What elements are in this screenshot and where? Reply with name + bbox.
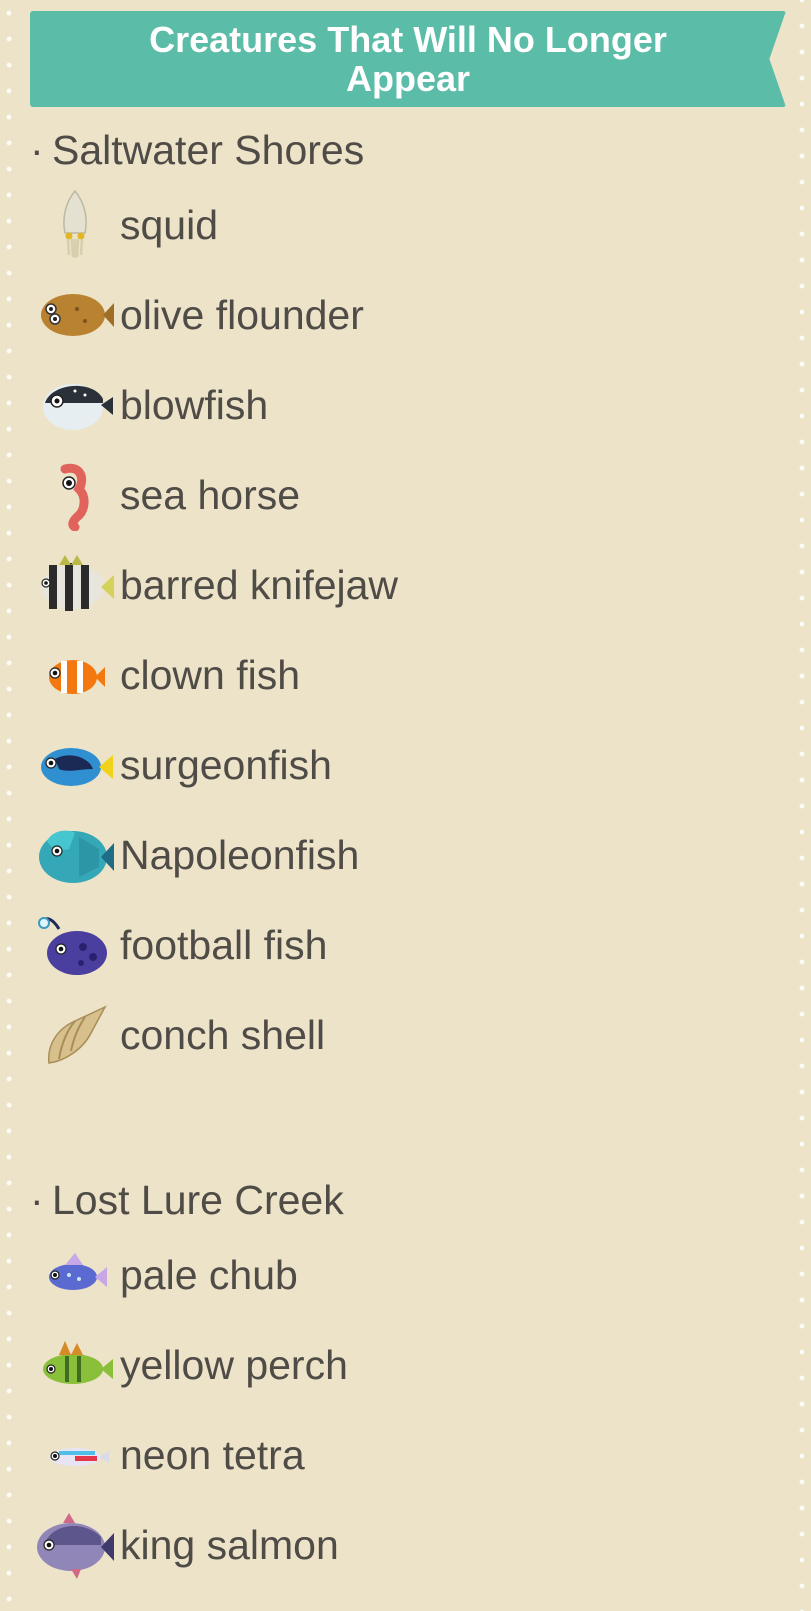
list-item: conch shell — [30, 990, 770, 1080]
yellow-perch-icon — [30, 1325, 120, 1405]
item-label: pale chub — [120, 1251, 298, 1298]
item-label: olive flounder — [120, 291, 364, 338]
item-label: Napoleonfish — [120, 831, 360, 878]
item-label: squid — [120, 201, 219, 248]
dotted-border-left — [0, 0, 18, 1611]
item-label: football fish — [120, 921, 328, 968]
item-label: neon tetra — [120, 1431, 305, 1478]
item-label: surgeonfish — [120, 741, 332, 788]
bullet-icon: · — [30, 1177, 44, 1223]
list-item: squid — [30, 180, 770, 270]
pale-chub-icon — [30, 1235, 120, 1315]
list-item: yellow perch — [30, 1320, 770, 1410]
clown-fish-icon — [30, 635, 120, 715]
item-label: conch shell — [120, 1011, 326, 1058]
section-saltwater-shores: · Saltwater Shores squid olive flounder … — [30, 120, 770, 1080]
bullet-icon: · — [30, 127, 44, 173]
list-item: blowfish — [30, 360, 770, 450]
surgeonfish-icon — [30, 725, 120, 805]
item-label: yellow perch — [120, 1341, 348, 1388]
item-label: clown fish — [120, 651, 301, 698]
squid-icon — [30, 185, 120, 265]
list-item: clown fish — [30, 630, 770, 720]
blowfish-icon — [30, 365, 120, 445]
section-heading: · Lost Lure Creek — [30, 1170, 770, 1230]
section-lost-lure-creek: · Lost Lure Creek pale chub yellow perch… — [30, 1170, 770, 1590]
title-banner: Creatures That Will No Longer Appear — [30, 11, 786, 107]
football-fish-icon — [30, 905, 120, 985]
list-item: barred knifejaw — [30, 540, 770, 630]
list-item: pale chub — [30, 1230, 770, 1320]
item-label: king salmon — [120, 1521, 339, 1568]
item-label: blowfish — [120, 381, 269, 428]
barred-knifejaw-icon — [30, 545, 120, 625]
napoleonfish-icon — [30, 815, 120, 895]
list-item: surgeonfish — [30, 720, 770, 810]
flounder-icon — [30, 275, 120, 355]
list-item: king salmon — [30, 1500, 770, 1590]
neon-tetra-icon — [30, 1415, 120, 1495]
king-salmon-icon — [30, 1505, 120, 1585]
list-item: neon tetra — [30, 1410, 770, 1500]
list-item: sea horse — [30, 450, 770, 540]
banner-title: Creatures That Will No Longer Appear — [149, 19, 667, 99]
sea-horse-icon — [30, 455, 120, 535]
list-item: football fish — [30, 900, 770, 990]
item-label: barred knifejaw — [120, 561, 399, 608]
section-heading: · Saltwater Shores — [30, 120, 770, 180]
item-label: sea horse — [120, 471, 301, 518]
list-item: olive flounder — [30, 270, 770, 360]
dotted-border-right — [793, 0, 811, 1611]
conch-shell-icon — [30, 995, 120, 1075]
list-item: Napoleonfish — [30, 810, 770, 900]
